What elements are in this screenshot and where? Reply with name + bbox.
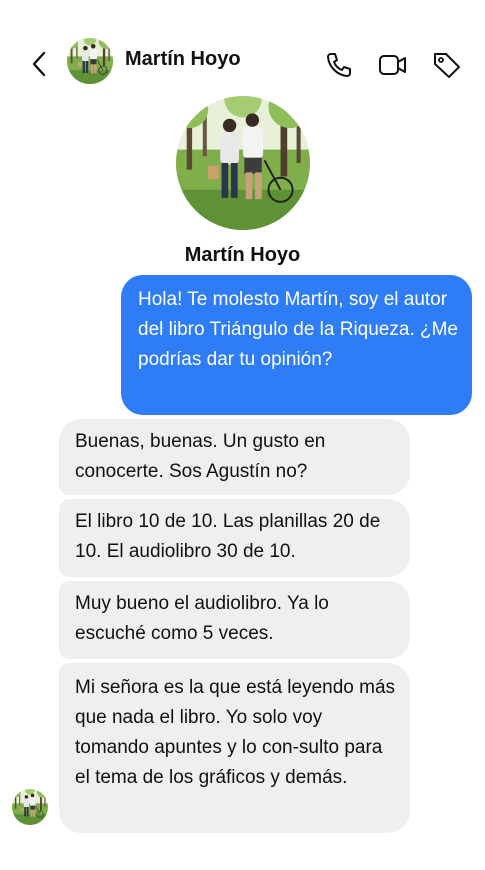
sender-avatar (12, 789, 48, 825)
phone-icon (327, 53, 351, 77)
tag-icon (434, 53, 460, 78)
back-button[interactable] (28, 50, 50, 78)
chat-header: Martín Hoyo (0, 0, 485, 110)
call-button[interactable] (322, 48, 356, 82)
message-bubble-outgoing[interactable]: Hola! Te molesto Martín, soy el autor de… (121, 275, 472, 415)
video-camera-icon (379, 55, 406, 75)
video-call-button[interactable] (376, 48, 410, 82)
profile-avatar[interactable] (176, 96, 310, 230)
chevron-left-icon (32, 51, 46, 77)
contact-name[interactable]: Martín Hoyo (125, 48, 241, 71)
message-bubble-incoming[interactable]: Muy bueno el audiolibro. Ya lo escuché c… (59, 581, 410, 659)
profile-name: Martín Hoyo (184, 244, 301, 266)
message-bubble-incoming[interactable]: El libro 10 de 10. Las planillas 20 de 1… (59, 499, 410, 577)
contact-avatar[interactable] (67, 38, 113, 84)
tag-button[interactable] (430, 48, 464, 82)
message-bubble-incoming[interactable]: Mi señora es la que está leyendo más que… (59, 663, 410, 833)
message-bubble-incoming[interactable]: Buenas, buenas. Un gusto en conocerte. S… (59, 419, 410, 495)
